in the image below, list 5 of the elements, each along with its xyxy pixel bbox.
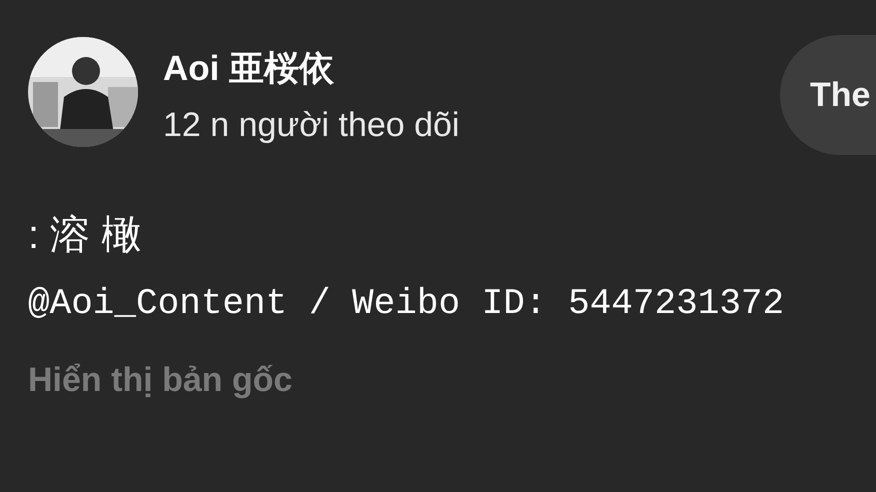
subscriber-count: 12 n người theo dõi	[163, 105, 460, 146]
post-text: @Aoi_Content / Weibo ID: 5447231372	[28, 282, 786, 326]
subscribe-button[interactable]: The	[780, 35, 876, 155]
channel-name[interactable]: Aoi 亜桜依	[163, 47, 460, 91]
post-text: : 溶 橄	[28, 212, 142, 259]
